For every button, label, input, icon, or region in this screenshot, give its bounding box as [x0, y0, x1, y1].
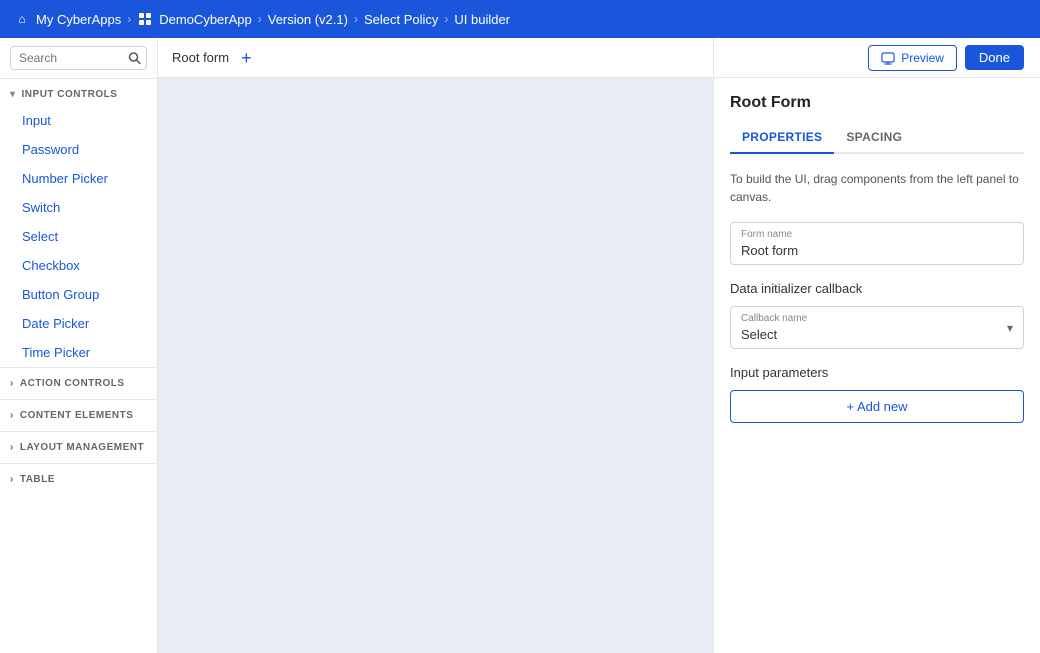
- home-icon: ⌂: [14, 11, 30, 27]
- form-name-field-group: Form name: [730, 222, 1024, 265]
- preview-button[interactable]: Preview: [868, 45, 957, 71]
- section-table[interactable]: › TABLE: [0, 463, 157, 495]
- sidebar-item-number-picker[interactable]: Number Picker: [0, 164, 157, 193]
- search-wrap: [10, 46, 147, 70]
- breadcrumb-ui-builder[interactable]: UI builder: [454, 12, 510, 27]
- canvas-tab-label: Root form: [172, 50, 229, 65]
- section-layout-management[interactable]: › LAYOUT MANAGEMENT: [0, 431, 157, 463]
- sidebar-item-button-group[interactable]: Button Group: [0, 280, 157, 309]
- chevron-right-icon-2: ›: [10, 410, 14, 421]
- breadcrumb-demo-cyber-app[interactable]: DemoCyberApp: [137, 11, 252, 27]
- search-icon: [128, 52, 141, 65]
- sidebar-item-date-picker[interactable]: Date Picker: [0, 309, 157, 338]
- sidebar-item-switch[interactable]: Switch: [0, 193, 157, 222]
- sidebar-item-select[interactable]: Select: [0, 222, 157, 251]
- sidebar: ▾ INPUT CONTROLS Input Password Number P…: [0, 38, 158, 653]
- form-name-input-wrap: Form name: [730, 222, 1024, 265]
- add-tab-button[interactable]: +: [241, 49, 252, 67]
- data-initializer-label: Data initializer callback: [730, 281, 1024, 296]
- tab-spacing[interactable]: SPACING: [834, 124, 914, 154]
- section-input-controls[interactable]: ▾ INPUT CONTROLS: [0, 79, 157, 106]
- sidebar-item-input[interactable]: Input: [0, 106, 157, 135]
- breadcrumb-sep-4: ›: [444, 12, 448, 26]
- done-button[interactable]: Done: [965, 45, 1024, 70]
- form-name-label: Form name: [741, 229, 792, 240]
- section-content-elements[interactable]: › CONTENT ELEMENTS: [0, 399, 157, 431]
- data-initializer-field-group: Data initializer callback Callback name …: [730, 281, 1024, 349]
- search-input[interactable]: [10, 46, 147, 70]
- canvas-body[interactable]: [158, 78, 713, 653]
- panel-tabs: PROPERTIES SPACING: [730, 124, 1024, 154]
- add-new-button[interactable]: + Add new: [730, 390, 1024, 423]
- chevron-down-icon: ▾: [10, 89, 16, 100]
- sidebar-item-checkbox[interactable]: Checkbox: [0, 251, 157, 280]
- hint-text: To build the UI, drag components from th…: [730, 170, 1024, 206]
- tab-properties[interactable]: PROPERTIES: [730, 124, 834, 154]
- search-box: [0, 38, 157, 79]
- grid-icon: [137, 11, 153, 27]
- canvas-header: Root form +: [158, 38, 713, 78]
- chevron-right-icon-4: ›: [10, 474, 14, 485]
- input-parameters-label: Input parameters: [730, 365, 1024, 380]
- chevron-right-icon: ›: [10, 378, 14, 389]
- sidebar-item-password[interactable]: Password: [0, 135, 157, 164]
- panel-content: Root Form PROPERTIES SPACING To build th…: [714, 78, 1040, 653]
- main-layout: ▾ INPUT CONTROLS Input Password Number P…: [0, 38, 1040, 653]
- search-icon-button[interactable]: [128, 52, 141, 65]
- chevron-right-icon-3: ›: [10, 442, 14, 453]
- breadcrumb-sep-3: ›: [354, 12, 358, 26]
- breadcrumb-sep-2: ›: [258, 12, 262, 26]
- breadcrumb-my-cyber-apps[interactable]: ⌂ My CyberApps: [14, 11, 121, 27]
- right-panel-header: Preview Done: [714, 38, 1040, 78]
- topbar: ⌂ My CyberApps › DemoCyberApp › Version …: [0, 0, 1040, 38]
- preview-icon: [881, 51, 895, 65]
- section-action-controls[interactable]: › ACTION CONTROLS: [0, 367, 157, 399]
- breadcrumb-select-policy[interactable]: Select Policy: [364, 12, 438, 27]
- input-parameters-field-group: Input parameters + Add new: [730, 365, 1024, 423]
- canvas-area: Root form +: [158, 38, 713, 653]
- sidebar-item-time-picker[interactable]: Time Picker: [0, 338, 157, 367]
- callback-name-wrap: Callback name Select ▾: [730, 306, 1024, 349]
- right-panel: Preview Done Root Form PROPERTIES SPACIN…: [713, 38, 1040, 653]
- breadcrumb-version[interactable]: Version (v2.1): [268, 12, 348, 27]
- breadcrumb-sep-1: ›: [127, 12, 131, 26]
- panel-title: Root Form: [730, 94, 1024, 112]
- callback-name-label: Callback name: [741, 313, 807, 324]
